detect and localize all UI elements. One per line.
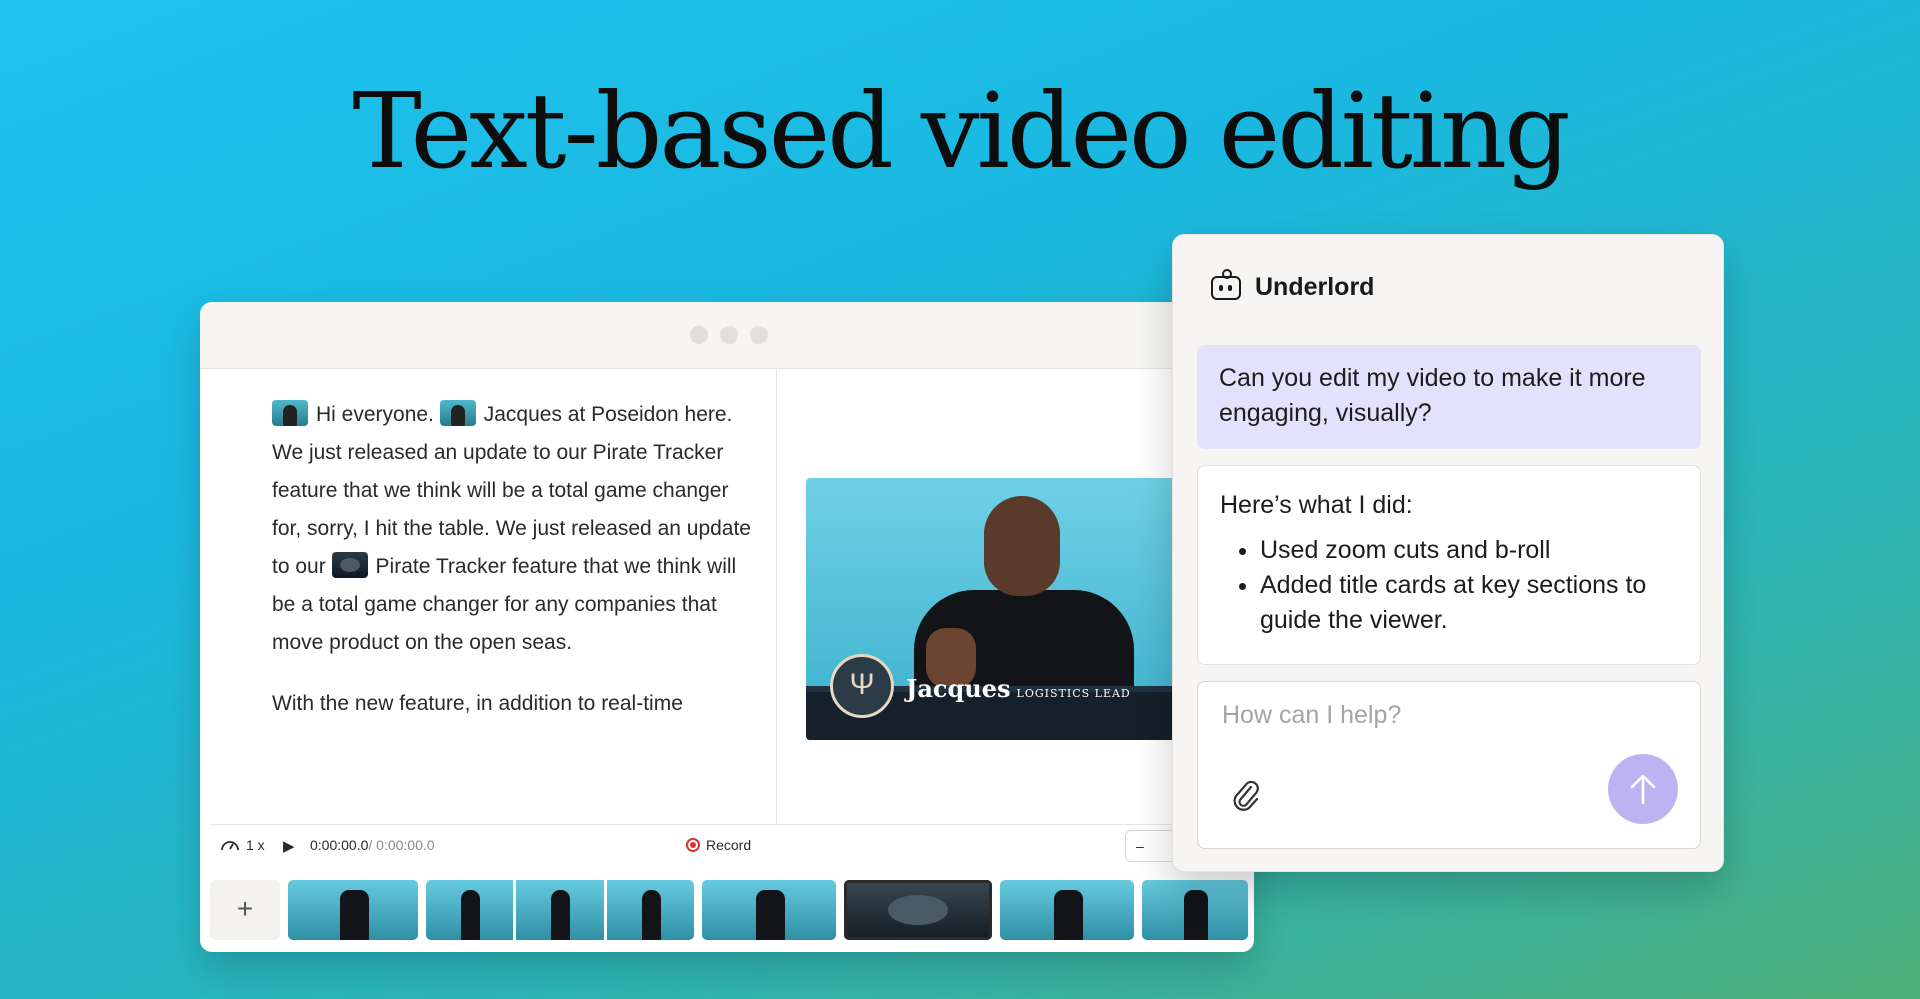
time-current: 0:00:00.0	[310, 837, 369, 853]
assistant-intro: Here’s what I did:	[1220, 491, 1413, 519]
speaker-head	[984, 496, 1060, 596]
record-label: Record	[706, 837, 752, 853]
clip-frame	[426, 880, 514, 940]
clip-frame	[516, 880, 604, 940]
arrow-up-icon	[1630, 774, 1656, 805]
clip-frame	[844, 880, 992, 940]
scene-thumbnail[interactable]	[439, 400, 476, 426]
timeline-clip[interactable]	[426, 880, 694, 940]
clip-frame	[1000, 880, 1134, 940]
transcript-paragraph[interactable]: With the new feature, in addition to rea…	[272, 685, 752, 722]
chat-composer	[1197, 681, 1701, 849]
record-icon	[686, 838, 700, 852]
speaker-role: LOGISTICS LEAD	[1016, 687, 1131, 700]
underlord-chat-panel: Underlord Can you edit my video to make …	[1172, 234, 1724, 872]
timeline-clip[interactable]	[1142, 880, 1248, 940]
chat-header: Underlord	[1211, 268, 1375, 302]
window-dot[interactable]	[750, 326, 768, 344]
pane-divider[interactable]	[776, 368, 777, 824]
assistant-list-item: Added title cards at key sections to gui…	[1260, 568, 1678, 638]
speed-label: 1 x	[246, 837, 265, 853]
editor-window: Hi everyone. Jacques at Poseidon here. W…	[200, 302, 1254, 952]
clip-frame	[288, 880, 418, 940]
time-total: / 0:00:00.0	[368, 837, 435, 853]
window-dot[interactable]	[690, 326, 708, 344]
clip-frame	[606, 880, 694, 940]
zoom-out-button[interactable]: –	[1136, 838, 1144, 854]
headline: Text-based video editing	[352, 70, 1570, 192]
play-icon[interactable]: ▶	[283, 837, 295, 855]
clip-frame	[702, 880, 836, 940]
playback-speed-button[interactable]: 1 x	[220, 837, 265, 853]
add-clip-button[interactable]: +	[210, 880, 280, 940]
timeline-clip[interactable]	[702, 880, 836, 940]
timecode: 0:00:00.0/ 0:00:00.0	[310, 837, 435, 853]
timeline-clip[interactable]	[288, 880, 418, 940]
assistant-message: Here’s what I did: Used zoom cuts and b-…	[1197, 465, 1701, 665]
speaker-name: Jacques	[906, 674, 1011, 703]
trident-logo-icon: Ψ	[830, 654, 894, 718]
playback-toolbar: 1 x ▶ 0:00:00.0/ 0:00:00.0 Record – 10	[210, 824, 1254, 867]
user-message: Can you edit my video to make it more en…	[1197, 345, 1701, 449]
transcript-editor[interactable]: Hi everyone. Jacques at Poseidon here. W…	[272, 396, 752, 722]
chat-input[interactable]	[1220, 700, 1664, 731]
assistant-list-item: Used zoom cuts and b-roll	[1260, 533, 1678, 568]
chat-title: Underlord	[1255, 273, 1375, 301]
transcript-paragraph[interactable]: Hi everyone. Jacques at Poseidon here. W…	[272, 396, 752, 662]
speedometer-icon	[221, 841, 239, 851]
lower-third: Jacques LOGISTICS LEAD	[906, 674, 1131, 703]
video-preview[interactable]: Ψ Jacques LOGISTICS LEAD	[806, 478, 1206, 740]
scene-thumbnail[interactable]	[272, 400, 308, 426]
timeline-clip[interactable]	[1000, 880, 1134, 940]
window-titlebar	[200, 302, 1254, 369]
send-button[interactable]	[1608, 754, 1678, 824]
window-dot[interactable]	[720, 326, 738, 344]
timeline: +	[210, 880, 1254, 942]
clip-frame	[1142, 880, 1248, 940]
timeline-clip[interactable]	[844, 880, 992, 940]
assistant-list: Used zoom cuts and b-roll Added title ca…	[1220, 533, 1678, 638]
robot-icon	[1211, 268, 1241, 300]
scene-thumbnail[interactable]	[331, 552, 368, 578]
record-button[interactable]: Record	[686, 837, 751, 853]
paperclip-icon[interactable]	[1232, 778, 1260, 814]
window-controls	[690, 326, 768, 344]
transcript-text[interactable]: Hi everyone.	[316, 403, 434, 426]
